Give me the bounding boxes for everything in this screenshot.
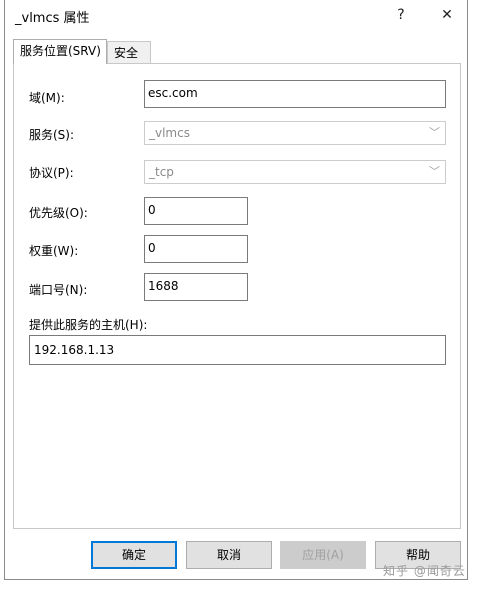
weight-label: 权重(W):	[29, 244, 79, 258]
protocol-select[interactable]: _tcp ﹀	[144, 160, 446, 184]
port-label: 端口号(N):	[29, 283, 88, 297]
ok-button[interactable]: 确定	[91, 541, 177, 569]
priority-field[interactable]: 0	[144, 197, 248, 225]
chevron-down-icon: ﹀	[429, 126, 440, 139]
tab-panel: 域(M): esc.com 服务(S): _vlmcs ﹀ 协议(P): _tc…	[13, 63, 461, 529]
host-field[interactable]: 192.168.1.13	[29, 335, 446, 365]
service-select[interactable]: _vlmcs ﹀	[144, 121, 446, 145]
protocol-label: 协议(P):	[29, 166, 74, 180]
cancel-button[interactable]: 取消	[186, 541, 272, 569]
tab-security[interactable]: 安全	[107, 41, 151, 63]
apply-button[interactable]: 应用(A)	[280, 541, 366, 569]
service-value: _vlmcs	[149, 126, 190, 140]
close-icon[interactable]: ✕	[427, 0, 467, 31]
service-label: 服务(S):	[29, 128, 75, 142]
domain-label: 域(M):	[29, 91, 65, 105]
help-icon[interactable]: ?	[381, 0, 421, 31]
tab-service-location[interactable]: 服务位置(SRV)	[13, 39, 107, 64]
domain-field[interactable]: esc.com	[144, 80, 446, 108]
weight-field[interactable]: 0	[144, 235, 248, 263]
watermark: 知乎 @闻奇云	[383, 564, 466, 578]
window-title: _vlmcs 属性	[15, 11, 90, 26]
host-label: 提供此服务的主机(H):	[29, 318, 148, 332]
chevron-down-icon: ﹀	[429, 165, 440, 178]
protocol-value: _tcp	[149, 165, 174, 179]
port-field[interactable]: 1688	[144, 273, 248, 301]
priority-label: 优先级(O):	[29, 206, 88, 220]
properties-dialog: _vlmcs 属性 ? ✕ 服务位置(SRV) 安全 域(M): esc.com…	[4, 0, 468, 580]
title-bar: _vlmcs 属性 ? ✕	[5, 0, 467, 31]
